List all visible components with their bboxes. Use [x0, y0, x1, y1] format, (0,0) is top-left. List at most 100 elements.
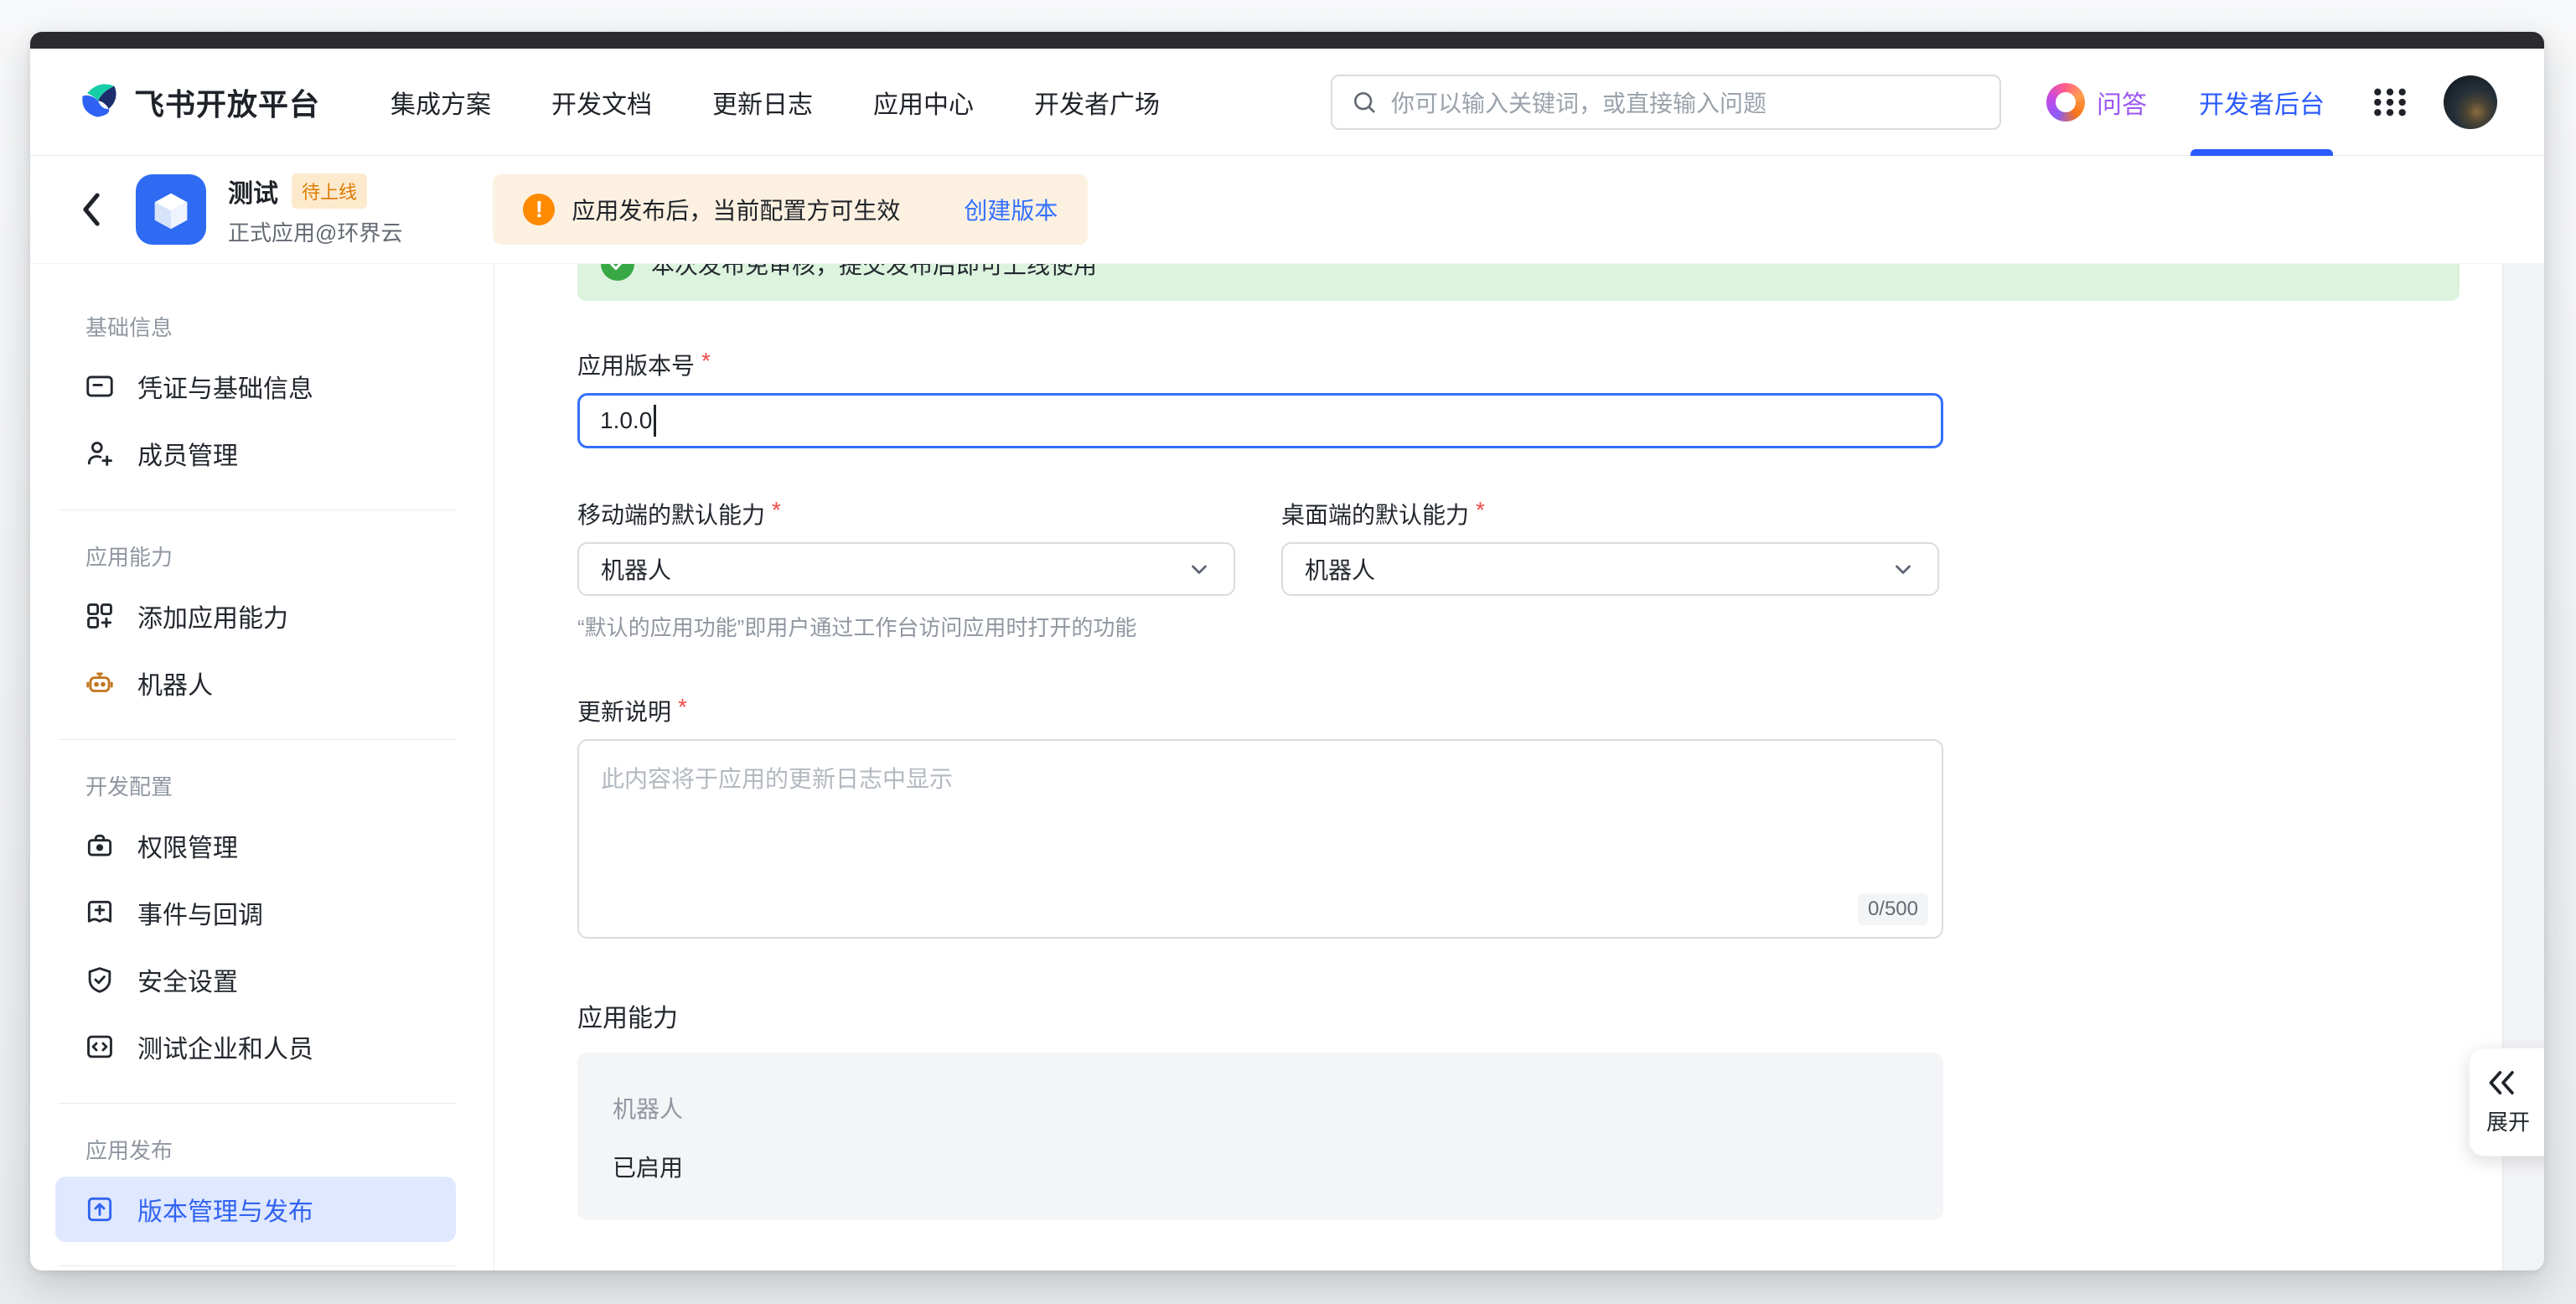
- nav-link-changelog[interactable]: 更新日志: [712, 84, 813, 121]
- desktop-capability-label-text: 桌面端的默认能力: [1281, 497, 1469, 530]
- warning-icon: !: [523, 194, 555, 225]
- logo-text: 飞书开放平台: [134, 80, 320, 124]
- main-content: 本次发布免审核，提交发布后即可上线使用 应用版本号 * 1.0.0 移动端的默认…: [494, 264, 2502, 1270]
- nav-link-integrations[interactable]: 集成方案: [391, 84, 491, 121]
- check-circle-icon: [601, 264, 634, 281]
- permission-icon: [84, 830, 116, 862]
- sidebar-item-version-release[interactable]: 版本管理与发布: [55, 1177, 456, 1242]
- notes-placeholder: 此内容将于应用的更新日志中显示: [601, 766, 953, 792]
- sidebar-item-credentials[interactable]: 凭证与基础信息: [55, 354, 456, 419]
- shield-check-icon: [84, 964, 116, 996]
- sidebar-section-dev-config: 开发配置: [55, 770, 494, 801]
- sidebar-item-label: 权限管理: [137, 827, 238, 864]
- capability-hint: “默认的应用功能”即用户通过工作台访问应用时打开的功能: [577, 611, 2502, 642]
- member-add-icon: [84, 437, 116, 469]
- nav-link-app-center[interactable]: 应用中心: [873, 84, 974, 121]
- active-tab-underline: [2191, 149, 2333, 156]
- sidebar-item-events[interactable]: 事件与回调: [55, 880, 456, 945]
- create-version-link[interactable]: 创建版本: [964, 193, 1058, 226]
- code-brackets-icon: [84, 1031, 116, 1063]
- required-asterisk: *: [772, 497, 781, 524]
- top-navigation: 飞书开放平台 集成方案 开发文档 更新日志 应用中心 开发者广场 你可以输入关键…: [30, 49, 2544, 156]
- chevron-down-icon: [1187, 556, 1212, 582]
- capability-status: 已启用: [613, 1150, 1908, 1183]
- capability-section-title: 应用能力: [577, 997, 2502, 1034]
- sidebar-divider: [59, 1103, 456, 1104]
- add-capability-icon: [84, 600, 116, 632]
- mobile-capability-select[interactable]: 机器人: [577, 542, 1235, 596]
- sidebar-item-label: 添加应用能力: [137, 598, 288, 634]
- sidebar-item-label: 版本管理与发布: [137, 1191, 313, 1228]
- app-icon: [136, 174, 206, 245]
- search-placeholder: 你可以输入关键词，或直接输入问题: [1391, 85, 1766, 119]
- publish-warning-banner: ! 应用发布后，当前配置方可生效 创建版本: [493, 174, 1088, 245]
- nav-link-docs[interactable]: 开发文档: [551, 84, 652, 121]
- search-icon: [1351, 89, 1378, 116]
- required-asterisk: *: [1476, 497, 1485, 524]
- char-counter: 0/500: [1858, 893, 1928, 925]
- mobile-capability-value: 机器人: [601, 552, 671, 586]
- developer-console-tab[interactable]: 开发者后台: [2199, 49, 2325, 156]
- window-titlebar: [30, 32, 2544, 49]
- nav-link-developer-plaza[interactable]: 开发者广场: [1034, 84, 1160, 121]
- version-publish-icon: [84, 1193, 116, 1225]
- double-chevron-left-icon: [2486, 1069, 2520, 1097]
- desktop-capability-value: 机器人: [1305, 552, 1375, 586]
- credential-icon: [84, 370, 116, 402]
- sidebar-item-label: 凭证与基础信息: [137, 368, 313, 405]
- sidebar-item-label: 成员管理: [137, 435, 238, 472]
- sidebar-divider: [59, 1265, 456, 1266]
- chevron-down-icon: [1891, 556, 1916, 582]
- version-input-value: 1.0.0: [600, 407, 652, 434]
- expand-button-label: 展开: [2486, 1105, 2530, 1136]
- sidebar-divider: [59, 739, 456, 740]
- notes-field-label: 更新说明 *: [577, 694, 2502, 727]
- sidebar-section-basic-info: 基础信息: [55, 311, 494, 342]
- version-input[interactable]: 1.0.0: [577, 393, 1943, 448]
- app-header: 测试 待上线 正式应用@环界云 ! 应用发布后，当前配置方可生效 创建版本: [30, 156, 2544, 264]
- desktop-capability-label: 桌面端的默认能力 *: [1281, 497, 1485, 530]
- warning-text: 应用发布后，当前配置方可生效: [572, 193, 900, 226]
- sidebar-item-label: 安全设置: [137, 961, 238, 998]
- capability-selects-row: 机器人 机器人: [577, 542, 2502, 596]
- feishu-logo[interactable]: 飞书开放平台: [77, 78, 320, 126]
- sidebar-item-add-capability[interactable]: 添加应用能力: [55, 583, 456, 649]
- sidebar-item-security[interactable]: 安全设置: [55, 947, 456, 1012]
- apps-grid-icon[interactable]: [2372, 84, 2408, 121]
- sidebar-item-members[interactable]: 机器人 成员管理: [55, 421, 456, 486]
- events-callback-icon: [84, 897, 116, 929]
- status-badge: 待上线: [292, 173, 367, 209]
- developer-console-label: 开发者后台: [2199, 84, 2325, 121]
- sidebar: 基础信息 凭证与基础信息 机器人 成员管理 应用能力: [30, 264, 494, 1270]
- desktop-capability-select[interactable]: 机器人: [1281, 542, 1939, 596]
- version-label-text: 应用版本号: [577, 348, 695, 381]
- sidebar-item-label: 测试企业和人员: [137, 1028, 313, 1065]
- search-input[interactable]: 你可以输入关键词，或直接输入问题: [1331, 75, 2001, 130]
- sidebar-item-test-company[interactable]: 测试企业和人员: [55, 1014, 456, 1079]
- qa-gradient-ring-icon: [2046, 83, 2085, 122]
- expand-panel-button[interactable]: 展开: [2469, 1048, 2544, 1157]
- user-avatar[interactable]: [2444, 75, 2497, 129]
- notes-label-text: 更新说明: [577, 694, 671, 727]
- app-title: 测试: [228, 173, 278, 210]
- sidebar-item-permissions[interactable]: 权限管理: [55, 813, 456, 878]
- robot-icon: [84, 667, 116, 699]
- body-row: 基础信息 凭证与基础信息 机器人 成员管理 应用能力: [30, 264, 2544, 1270]
- qa-label: 问答: [2097, 84, 2147, 121]
- text-cursor: [654, 405, 656, 437]
- version-field-label: 应用版本号 *: [577, 348, 2502, 381]
- release-notes-textarea[interactable]: 此内容将于应用的更新日志中显示 0/500: [577, 739, 1943, 939]
- app-title-block: 测试 待上线 正式应用@环界云: [228, 173, 402, 247]
- capability-summary-panel: 机器人 已启用: [577, 1053, 1943, 1220]
- sidebar-item-bot[interactable]: 机器人: [55, 650, 456, 716]
- required-asterisk: *: [701, 348, 711, 375]
- sidebar-section-release: 应用发布: [55, 1134, 494, 1165]
- capability-labels-row: 移动端的默认能力 * 桌面端的默认能力 *: [577, 497, 2502, 530]
- browser-window: 飞书开放平台 集成方案 开发文档 更新日志 应用中心 开发者广场 你可以输入关键…: [30, 32, 2544, 1270]
- back-button[interactable]: [77, 184, 114, 235]
- qa-button[interactable]: 问答: [2046, 83, 2147, 122]
- mobile-capability-label-text: 移动端的默认能力: [577, 497, 765, 530]
- success-banner-text: 本次发布免审核，提交发布后即可上线使用: [651, 264, 1097, 281]
- release-success-banner: 本次发布免审核，提交发布后即可上线使用: [577, 264, 2460, 301]
- sidebar-item-label: 机器人: [137, 665, 213, 701]
